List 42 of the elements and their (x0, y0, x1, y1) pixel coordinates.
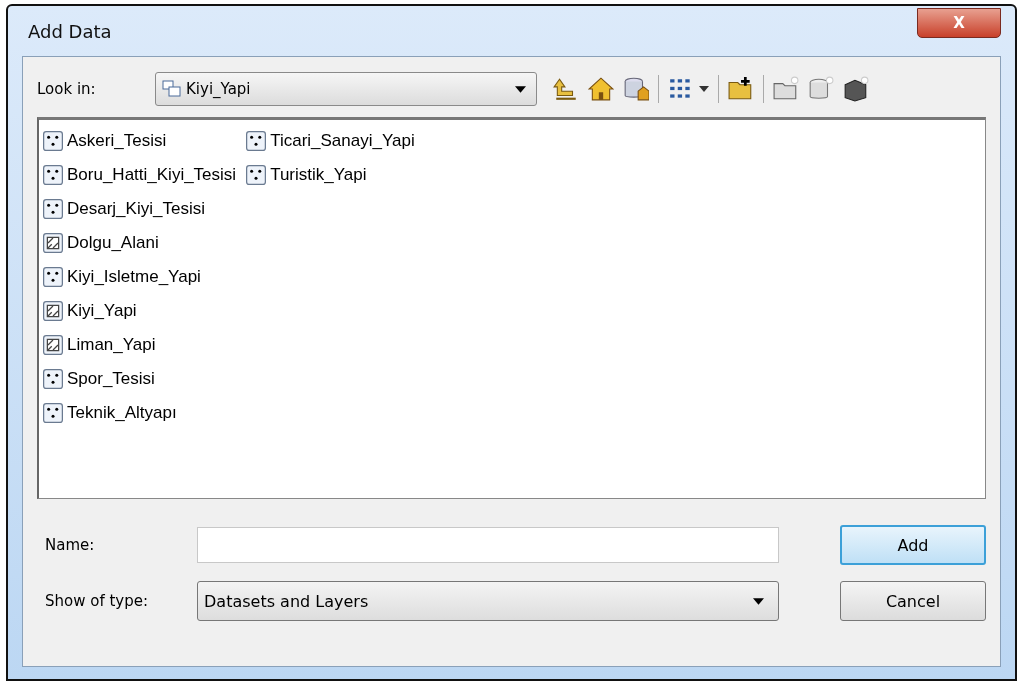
look-in-label: Look in: (37, 80, 97, 98)
polygon-layer-icon (43, 233, 63, 253)
home-icon[interactable] (588, 76, 614, 102)
caret-icon[interactable] (699, 86, 709, 92)
connect-folder-icon[interactable] (728, 76, 754, 102)
look-in-dropdown[interactable]: Kiyi_Yapi (155, 72, 537, 106)
list-item[interactable]: Spor_Tesisi (43, 362, 237, 396)
add-button[interactable]: Add (840, 525, 986, 565)
folder-connection-icon (162, 80, 182, 98)
point-layer-icon (43, 165, 63, 185)
caret-icon (753, 597, 764, 605)
point-layer-icon (246, 165, 267, 185)
window-title: Add Data (28, 20, 112, 42)
cancel-button[interactable]: Cancel (840, 581, 986, 621)
new-toolbox-icon[interactable] (843, 76, 869, 102)
point-layer-icon (43, 403, 63, 423)
polygon-layer-icon (43, 335, 63, 355)
up-arrow-icon[interactable] (553, 76, 579, 102)
list-item[interactable]: Boru_Hatti_Kiyi_Tesisi (43, 158, 237, 192)
list-item[interactable]: Askeri_Tesisi (43, 124, 237, 158)
point-layer-icon (246, 131, 267, 151)
list-item[interactable]: Kiyi_Yapi (43, 294, 237, 328)
point-layer-icon (43, 131, 63, 151)
list-item[interactable]: Liman_Yapi (43, 328, 237, 362)
list-item[interactable]: Turistik_Yapi (246, 158, 415, 192)
point-layer-icon (43, 199, 63, 219)
list-item[interactable]: Teknik_Altyapı (43, 396, 237, 430)
type-label: Show of type: (44, 592, 150, 610)
polygon-layer-icon (43, 301, 63, 321)
name-label: Name: (44, 536, 96, 554)
caret-icon (515, 85, 526, 93)
point-layer-icon (43, 267, 63, 287)
database-home-icon[interactable] (623, 76, 649, 102)
type-dropdown[interactable]: Datasets and Layers (197, 581, 779, 621)
point-layer-icon (43, 369, 63, 389)
list-item[interactable]: Ticari_Sanayi_Yapi (246, 124, 415, 158)
list-item[interactable]: Desarj_Kiyi_Tesisi (43, 192, 237, 226)
new-database-icon[interactable] (808, 76, 834, 102)
name-field[interactable] (197, 527, 779, 563)
new-folder-icon[interactable] (773, 76, 799, 102)
list-item[interactable]: Kiyi_Isletme_Yapi (43, 260, 237, 294)
list-item[interactable]: Dolgu_Alani (43, 226, 237, 260)
